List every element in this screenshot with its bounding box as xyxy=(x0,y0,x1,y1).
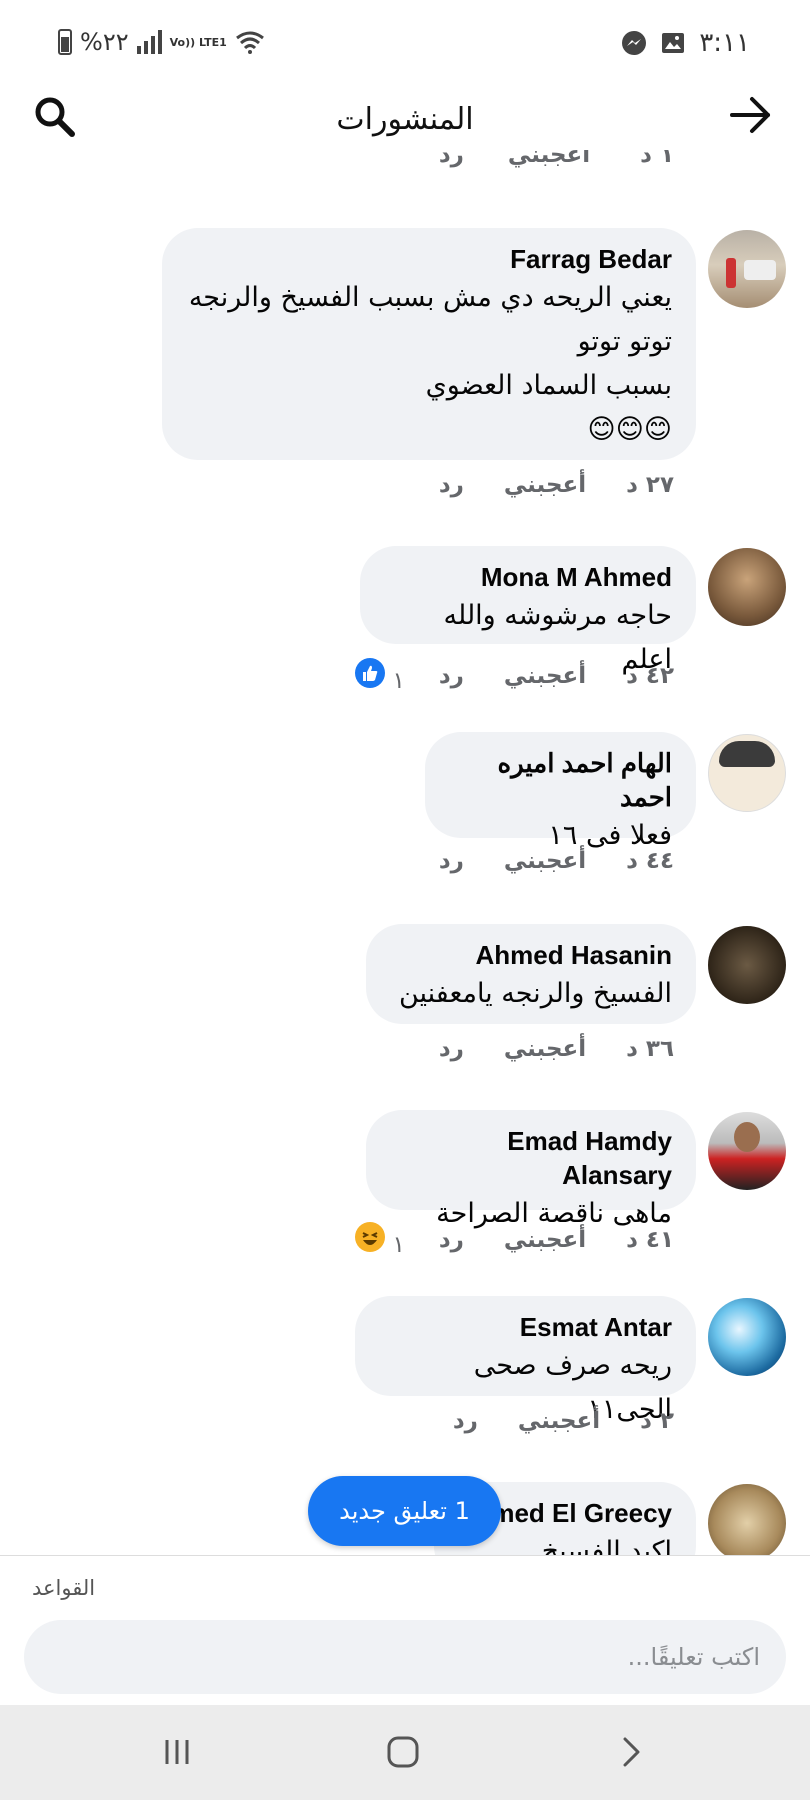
wifi-icon xyxy=(235,31,264,54)
battery-icon xyxy=(58,29,72,55)
recent-apps-icon[interactable] xyxy=(160,1735,194,1769)
home-icon[interactable] xyxy=(386,1735,420,1769)
network-type: Vo)) LTE1 xyxy=(169,35,227,49)
like-button[interactable]: أعجبني xyxy=(504,1227,586,1253)
comment-time: ٤٢ د xyxy=(626,663,674,689)
messenger-icon xyxy=(622,31,647,55)
signal-icon xyxy=(136,30,162,54)
like-button[interactable]: أعجبني xyxy=(504,472,586,498)
avatar[interactable] xyxy=(708,1112,786,1190)
reply-button[interactable]: رد xyxy=(439,848,464,874)
reaction-summary[interactable]: ١ xyxy=(355,1222,405,1258)
comment-bubble[interactable]: Ahmed Hasanin الفسيخ والرنجه يامعفنين xyxy=(366,924,696,1024)
system-nav-bar xyxy=(0,1705,810,1800)
comment-author[interactable]: Mona M Ahmed xyxy=(386,560,672,594)
reaction-count: ١ xyxy=(392,1232,405,1258)
new-comment-pill[interactable]: 1 تعليق جديد xyxy=(308,1476,501,1546)
comment-input[interactable]: اكتب تعليقًا... xyxy=(24,1620,786,1694)
comment-author[interactable]: Farrag Bedar xyxy=(188,242,672,276)
comment-author[interactable]: Ahmed Hasanin xyxy=(392,938,673,972)
comment-text: الفسيخ والرنجه يامعفنين xyxy=(398,978,672,1009)
like-button[interactable]: أعجبني xyxy=(518,1408,600,1434)
comment-author[interactable]: Esmat Antar xyxy=(381,1310,672,1344)
comment-time: ١ د xyxy=(640,150,674,168)
comment-text: يعني الريحه دي مش بسبب الفسيخ والرنجه تو… xyxy=(188,282,672,445)
like-button[interactable]: أعجبني xyxy=(504,1036,586,1062)
reaction-summary[interactable]: ١ xyxy=(355,658,405,694)
comment-bubble[interactable]: الهام احمد اميره احمد فعلا فى ١٦ xyxy=(425,732,696,851)
reaction-count: ١ xyxy=(392,668,405,694)
arrow-right-icon[interactable] xyxy=(728,92,774,138)
comment-time: ٢ د xyxy=(640,1408,674,1434)
status-left: %٢٢ Vo)) LTE1 xyxy=(58,28,265,56)
reply-button[interactable]: رد xyxy=(439,1036,464,1062)
reply-button[interactable]: رد xyxy=(439,472,464,498)
comment-author[interactable]: Emad Hamdy Alansary xyxy=(392,1124,672,1192)
avatar[interactable] xyxy=(708,548,786,626)
comment-author[interactable]: الهام احمد اميره احمد xyxy=(451,746,672,814)
partial-comment-actions: ١ د أعجبني رد xyxy=(0,150,810,190)
status-right: ٣:١١ xyxy=(621,28,750,58)
avatar[interactable] xyxy=(708,926,786,1004)
comment-bubble[interactable]: Mona M Ahmed حاجه مرشوشه والله اعلم xyxy=(360,546,696,675)
comment-time: ٤٤ د xyxy=(626,848,674,874)
thumbs-up-icon xyxy=(355,658,386,688)
comment-time: ٢٧ د xyxy=(626,472,674,498)
reply-button[interactable]: رد xyxy=(439,150,464,168)
comment-time: ٤١ د xyxy=(626,1227,674,1253)
like-button[interactable]: أعجبني xyxy=(504,663,586,689)
back-nav-icon[interactable] xyxy=(614,1735,648,1769)
comment-bubble[interactable]: Esmat Antar ريحه صرف صحى الحى١١ xyxy=(355,1296,696,1425)
battery-level: %٢٢ xyxy=(80,28,129,56)
like-button[interactable]: أعجبني xyxy=(504,848,586,874)
like-button[interactable]: أعجبني xyxy=(508,150,590,168)
comment-composer: القواعد اكتب تعليقًا... xyxy=(0,1555,810,1706)
rules-link[interactable]: القواعد xyxy=(32,1576,95,1600)
page-title: المنشورات xyxy=(336,102,474,137)
avatar[interactable] xyxy=(708,734,786,812)
comment-bubble[interactable]: Farrag Bedar يعني الريحه دي مش بسبب الفس… xyxy=(162,228,696,460)
clock: ٣:١١ xyxy=(699,28,750,58)
avatar[interactable] xyxy=(708,1484,786,1555)
gallery-icon xyxy=(662,33,685,53)
reply-button[interactable]: رد xyxy=(453,1408,478,1434)
status-bar: %٢٢ Vo)) LTE1 ٣:١١ xyxy=(0,0,810,90)
comment-bubble[interactable]: Emad Hamdy Alansary ماهى ناقصة الصراحة xyxy=(366,1110,696,1229)
reply-button[interactable]: رد xyxy=(439,663,464,689)
avatar[interactable] xyxy=(708,230,786,308)
avatar[interactable] xyxy=(708,1298,786,1376)
haha-icon xyxy=(355,1222,386,1252)
comment-time: ٣٦ د xyxy=(626,1036,674,1062)
reply-button[interactable]: رد xyxy=(439,1227,464,1253)
